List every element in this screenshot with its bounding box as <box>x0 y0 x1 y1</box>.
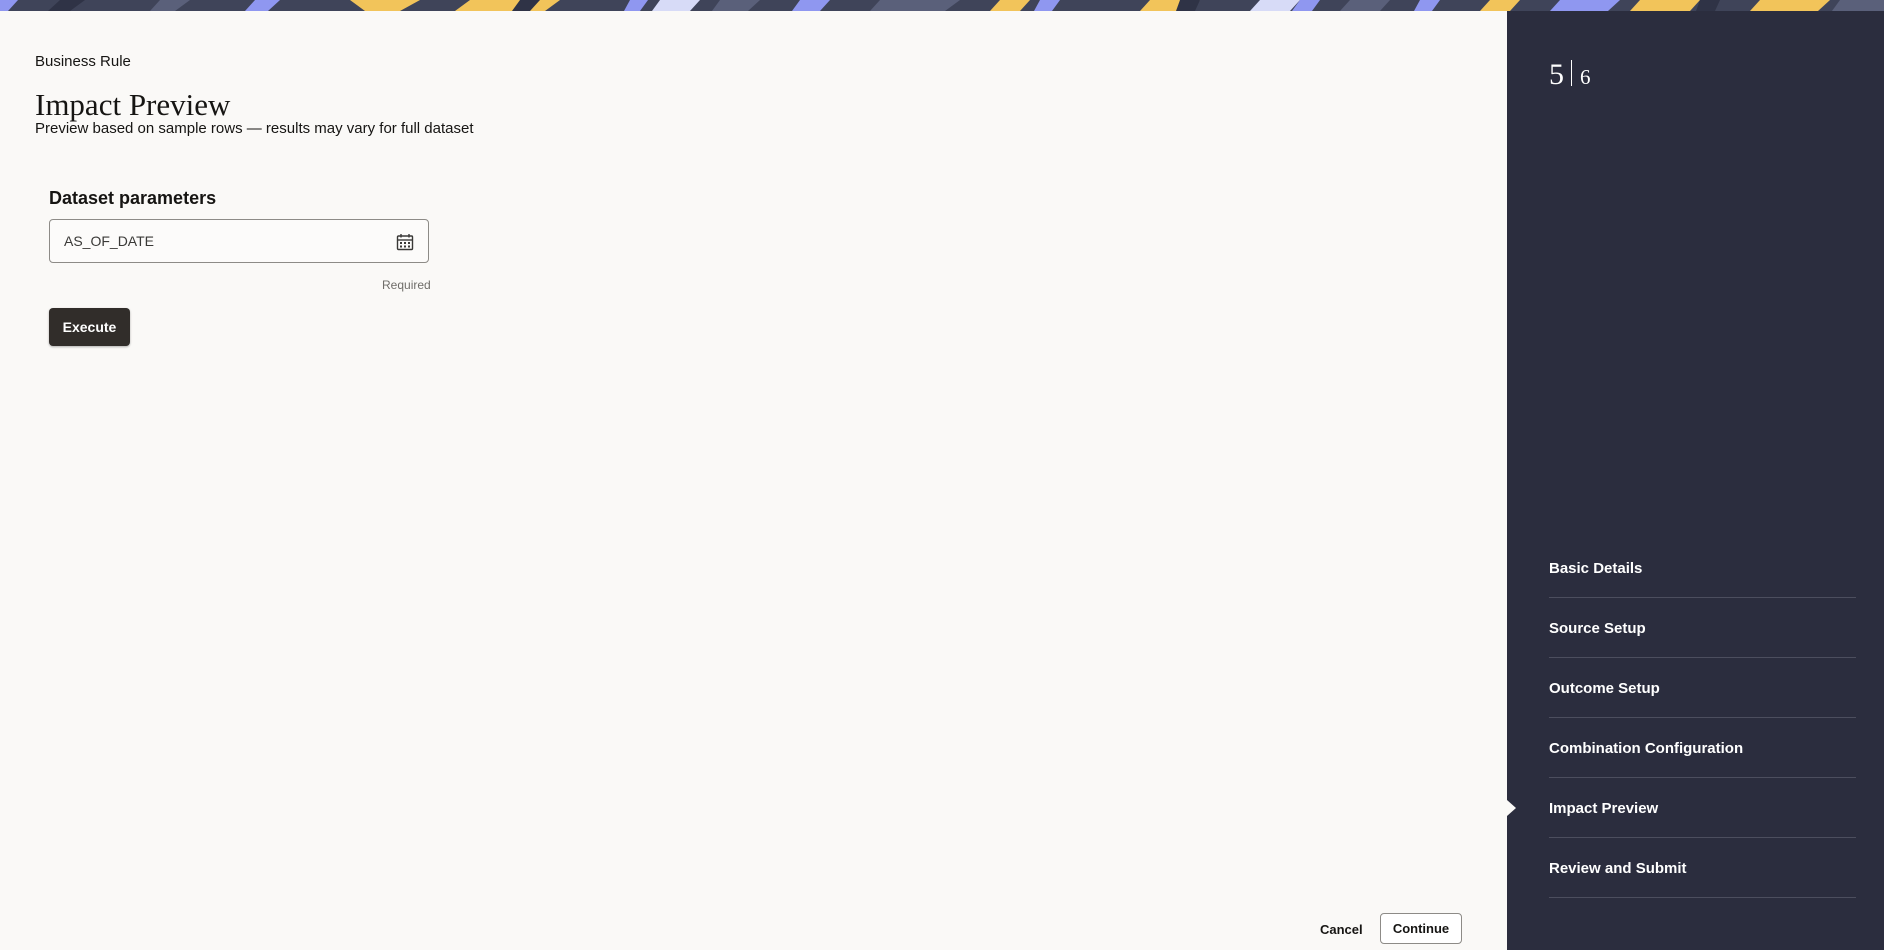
current-step-number: 5 <box>1549 58 1564 91</box>
page-eyebrow: Business Rule <box>35 53 131 70</box>
as-of-date-input[interactable] <box>64 220 384 262</box>
execute-button[interactable]: Execute <box>49 308 130 346</box>
wizard-steps-panel: 56 Basic Details Source Setup Outcome Se… <box>1507 11 1884 950</box>
step-label: Basic Details <box>1549 560 1643 577</box>
step-label: Source Setup <box>1549 620 1646 637</box>
total-steps-number: 6 <box>1580 65 1591 89</box>
dataset-parameters-heading: Dataset parameters <box>49 188 217 208</box>
calendar-icon[interactable] <box>396 233 414 251</box>
step-counter: 56 <box>1549 58 1591 92</box>
decorative-banner <box>0 0 1884 11</box>
page-title: Impact Preview <box>35 87 231 122</box>
step-label: Combination Configuration <box>1549 740 1744 757</box>
step-label: Impact Preview <box>1549 800 1659 817</box>
required-helper-text: Required <box>382 278 431 292</box>
continue-button[interactable]: Continue <box>1380 913 1462 944</box>
step-combination-configuration[interactable]: Combination Configuration <box>1549 718 1856 778</box>
current-step-marker-icon <box>1507 800 1516 816</box>
step-label: Review and Submit <box>1549 860 1687 877</box>
page-subtitle: Preview based on sample rows — results m… <box>35 120 474 137</box>
step-outcome-setup[interactable]: Outcome Setup <box>1549 658 1856 718</box>
main-content: Business Rule Impact Preview Preview bas… <box>0 11 1507 950</box>
as-of-date-field[interactable] <box>49 219 429 263</box>
step-counter-divider <box>1571 60 1572 86</box>
cancel-button[interactable]: Cancel <box>1310 914 1373 944</box>
step-label: Outcome Setup <box>1549 680 1660 697</box>
step-basic-details[interactable]: Basic Details <box>1549 538 1856 598</box>
step-review-and-submit[interactable]: Review and Submit <box>1549 838 1856 898</box>
step-list: Basic Details Source Setup Outcome Setup… <box>1507 538 1856 898</box>
step-source-setup[interactable]: Source Setup <box>1549 598 1856 658</box>
step-impact-preview[interactable]: Impact Preview <box>1507 778 1856 838</box>
